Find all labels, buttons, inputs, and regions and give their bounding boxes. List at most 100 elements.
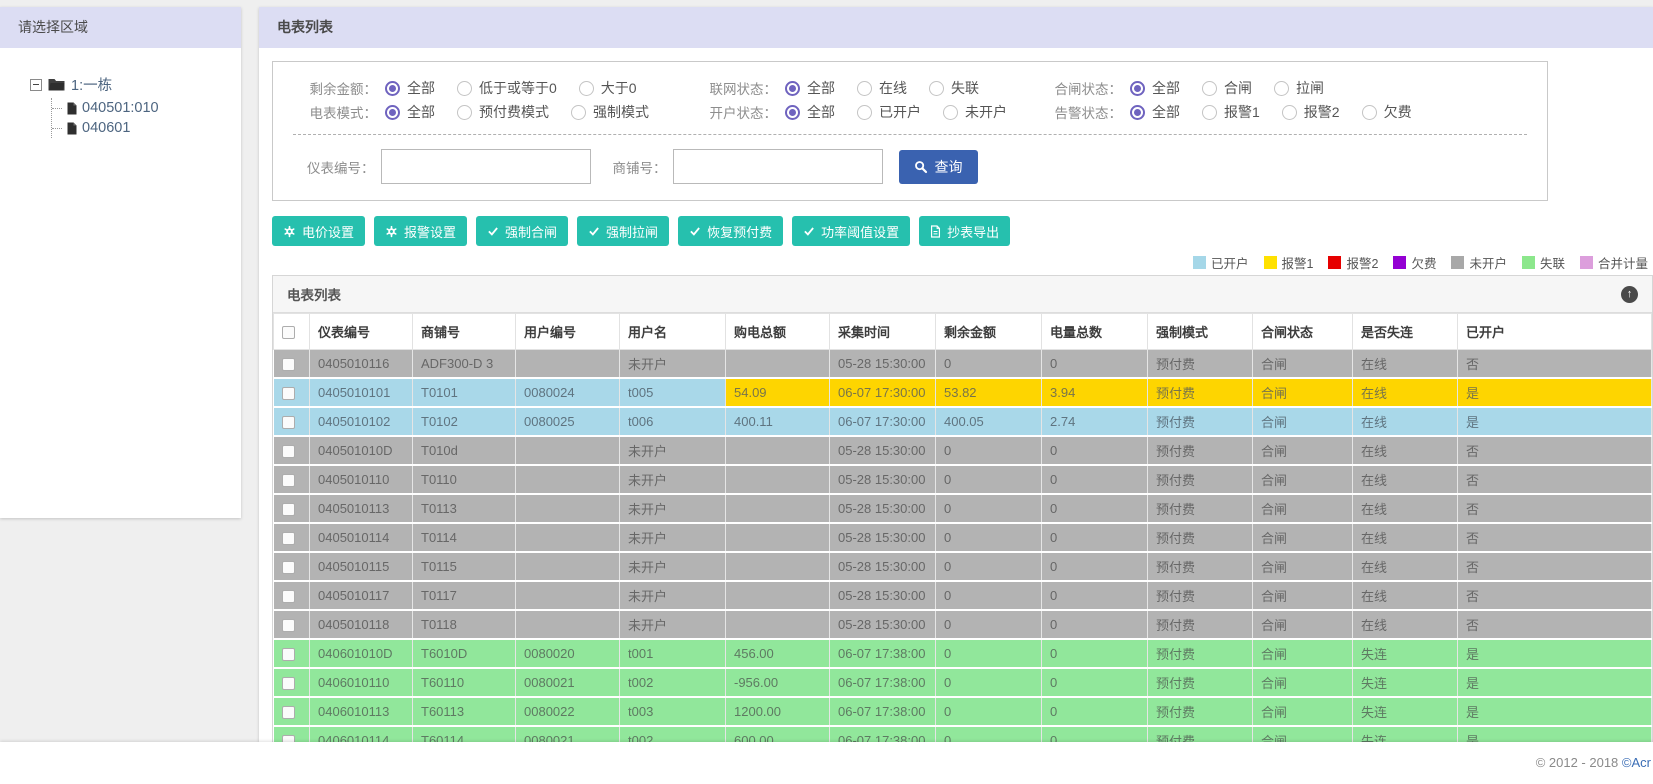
table-row[interactable]: 0405010118 T0118 未开户 05-28 15:30:00 0 0 预付费 合闸在…: [273, 610, 1652, 640]
radio-option[interactable]: 全部: [1130, 102, 1180, 122]
sidebar-title: 请选择区域: [0, 7, 241, 48]
table-row[interactable]: 0405010114 T0114 未开户 05-28 15:30:00 0 0 预付费 合闸在…: [273, 523, 1652, 553]
radio-option[interactable]: 全部: [785, 78, 835, 98]
table-cell: 0080021: [515, 668, 620, 698]
radio-option[interactable]: 已开户: [857, 102, 921, 122]
radio-selected-icon[interactable]: [785, 104, 800, 120]
radio-option-label: 报警1: [1224, 104, 1260, 120]
row-checkbox-cell: [273, 581, 310, 611]
row-checkbox[interactable]: [281, 503, 295, 517]
table-row[interactable]: 0406010110 T60110 0080021 t002 -956.00 06-07 …: [273, 668, 1652, 698]
radio-icon[interactable]: [457, 80, 472, 96]
radio-option[interactable]: 报警2: [1281, 102, 1340, 122]
row-checkbox[interactable]: [281, 590, 295, 604]
table-row[interactable]: 0405010115 T0115 未开户 05-28 15:30:00 0 0 预付费 合闸在…: [273, 552, 1652, 582]
radio-option[interactable]: 合闸: [1202, 78, 1252, 98]
radio-option[interactable]: 在线: [857, 78, 907, 98]
action-button-restore-prepaid[interactable]: 恢复预付费: [678, 216, 784, 246]
table-row[interactable]: 0406010114 T60114 0080021 t002 600.00 06-07 1…: [273, 726, 1652, 742]
radio-icon[interactable]: [1281, 104, 1297, 120]
radio-option[interactable]: 报警1: [1202, 102, 1260, 122]
table-cell: 否: [1457, 523, 1652, 553]
tree-node-root[interactable]: 1:一栋: [30, 74, 233, 95]
row-checkbox-cell: [273, 407, 310, 437]
row-checkbox[interactable]: [281, 648, 295, 662]
table-row[interactable]: 040601010D T6010D 0080020 t001 456.00 06-07 1…: [273, 639, 1652, 669]
radio-option[interactable]: 欠费: [1361, 102, 1412, 122]
radio-icon[interactable]: [457, 104, 472, 120]
row-checkbox[interactable]: [281, 735, 295, 742]
radio-selected-icon[interactable]: [1130, 80, 1145, 96]
row-checkbox[interactable]: [281, 532, 295, 546]
radio-icon[interactable]: [857, 80, 872, 96]
meter-no-input[interactable]: [380, 149, 591, 184]
action-button-power-threshold[interactable]: 功率阈值设置: [792, 216, 911, 246]
table-cell: 未开户: [619, 436, 726, 466]
radio-option[interactable]: 强制模式: [571, 102, 649, 122]
radio-option[interactable]: 全部: [385, 78, 435, 98]
action-button-force-open[interactable]: 强制拉闸: [577, 216, 670, 246]
table-row[interactable]: 0405010102 T0102 0080025 t006 400.11 06-07 17…: [273, 407, 1652, 437]
copyright-link[interactable]: ©Acr: [1622, 755, 1651, 770]
radio-option[interactable]: 未开户: [943, 102, 1007, 122]
radio-option[interactable]: 失联: [929, 78, 979, 98]
radio-option[interactable]: 全部: [785, 102, 835, 122]
legend-item: 报警1: [1263, 253, 1313, 272]
select-all-checkbox[interactable]: [282, 326, 295, 340]
row-checkbox[interactable]: [281, 619, 295, 633]
search-row: 仪表编号： 商铺号： 查询: [293, 149, 1527, 184]
radio-option[interactable]: 预付费模式: [457, 102, 549, 122]
radio-icon[interactable]: [1274, 80, 1289, 96]
row-checkbox[interactable]: [281, 677, 295, 691]
radio-icon[interactable]: [929, 80, 944, 96]
radio-option[interactable]: 全部: [385, 102, 435, 122]
radio-selected-icon[interactable]: [385, 80, 400, 96]
table-row[interactable]: 0405010110 T0110 未开户 05-28 15:30:00 0 0 预付费 合闸在…: [273, 465, 1652, 495]
row-checkbox[interactable]: [281, 416, 295, 430]
collapse-up-icon[interactable]: ↑: [1621, 285, 1638, 303]
row-checkbox[interactable]: [281, 474, 295, 488]
radio-option[interactable]: 大于0: [578, 78, 637, 98]
table-row[interactable]: 0405010113 T0113 未开户 05-28 15:30:00 0 0 预付费 合闸在…: [273, 494, 1652, 524]
shop-no-input[interactable]: [672, 149, 883, 184]
radio-option-label: 拉闸: [1296, 80, 1324, 96]
tree-node-leaf[interactable]: 040601: [52, 118, 233, 138]
radio-selected-icon[interactable]: [1130, 104, 1145, 120]
search-button[interactable]: 查询: [898, 149, 978, 184]
table-row[interactable]: 0405010101 T0101 0080024 t005 54.09 06-07 17:…: [273, 378, 1652, 408]
radio-option[interactable]: 低于或等于0: [457, 78, 557, 98]
action-button-alarm-settings[interactable]: 报警设置: [374, 216, 468, 246]
row-checkbox[interactable]: [281, 561, 295, 575]
action-button-price-settings[interactable]: 电价设置: [272, 216, 366, 246]
radio-icon[interactable]: [1202, 104, 1217, 120]
radio-icon[interactable]: [857, 104, 872, 120]
table-row[interactable]: 040501010D T010d 未开户 05-28 15:30:00 0 0 预付费 合闸在…: [273, 436, 1652, 466]
filter-group-label: 合闸状态：: [1054, 82, 1123, 97]
table-cell: 05-28 15:30:00: [829, 465, 936, 495]
row-checkbox[interactable]: [281, 445, 295, 459]
radio-icon[interactable]: [571, 104, 586, 120]
radio-icon[interactable]: [1202, 80, 1217, 96]
row-checkbox[interactable]: [281, 387, 295, 401]
radio-selected-icon[interactable]: [385, 104, 400, 120]
table-cell: 失连: [1352, 639, 1458, 669]
radio-icon[interactable]: [578, 80, 594, 96]
table-row[interactable]: 0405010117 T0117 未开户 05-28 15:30:00 0 0 预付费 合闸在…: [273, 581, 1652, 611]
radio-option[interactable]: 拉闸: [1274, 78, 1324, 98]
row-checkbox[interactable]: [281, 358, 295, 372]
action-button-force-close[interactable]: 强制合闸: [476, 216, 569, 246]
row-checkbox[interactable]: [281, 706, 295, 720]
radio-icon[interactable]: [943, 104, 958, 120]
tree-node-leaf[interactable]: 040501:010: [52, 98, 233, 118]
radio-selected-icon[interactable]: [785, 80, 800, 96]
collapse-minus-icon[interactable]: [30, 78, 42, 91]
table-cell: [725, 349, 830, 379]
radio-option[interactable]: 全部: [1130, 78, 1180, 98]
table-row[interactable]: 0406010113 T60113 0080022 t003 1200.00 06-07 …: [273, 697, 1652, 727]
action-button-meter-export[interactable]: 抄表导出: [919, 216, 1011, 246]
radio-icon[interactable]: [1361, 104, 1377, 120]
table-cell: [725, 552, 830, 582]
legend-item: 未开户: [1451, 253, 1507, 272]
table-cell: 合闸: [1252, 639, 1353, 669]
table-row[interactable]: 0405010116 ADF300-D 3 未开户 05-28 15:30:00 0 0 预…: [273, 349, 1652, 379]
